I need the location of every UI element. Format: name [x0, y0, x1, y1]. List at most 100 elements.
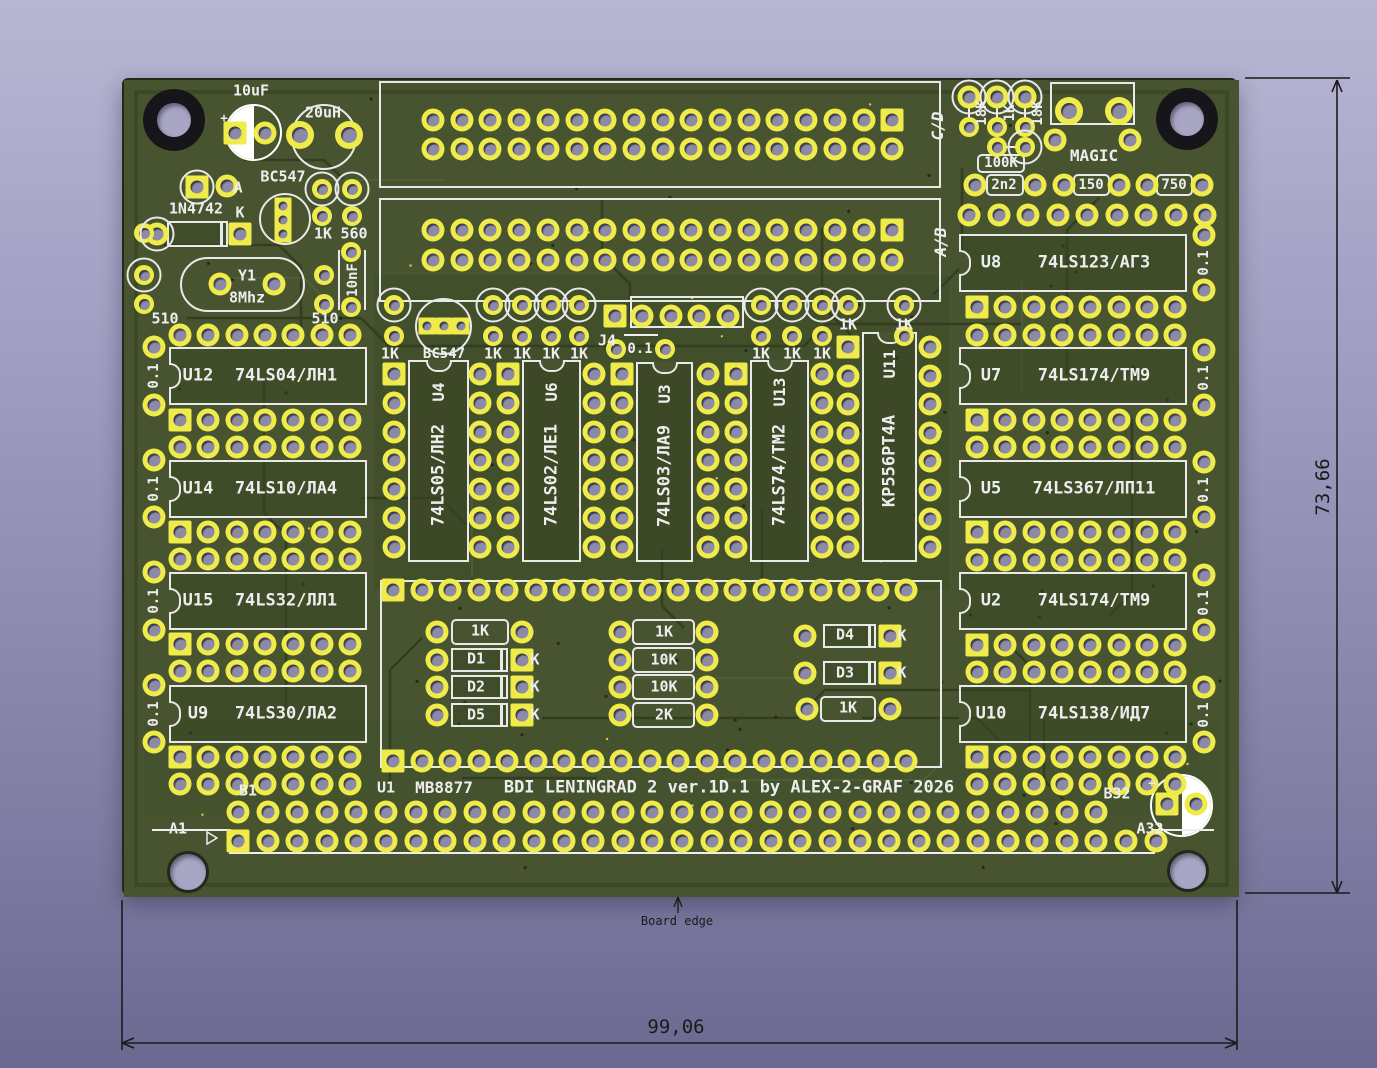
- pad[interactable]: [1107, 549, 1130, 572]
- pad[interactable]: [1050, 661, 1073, 684]
- pad[interactable]: [1193, 279, 1216, 302]
- pad[interactable]: [310, 436, 333, 459]
- pad[interactable]: [878, 830, 901, 853]
- pin1-pad[interactable]: [382, 750, 405, 773]
- pad[interactable]: [439, 579, 462, 602]
- pin1-pad[interactable]: [837, 336, 860, 359]
- pad[interactable]: [1053, 174, 1076, 197]
- pad[interactable]: [696, 621, 719, 644]
- pad[interactable]: [837, 364, 860, 387]
- pad[interactable]: [197, 746, 220, 769]
- pad[interactable]: [565, 219, 588, 242]
- pad[interactable]: [253, 409, 276, 432]
- pad[interactable]: [766, 219, 789, 242]
- pad[interactable]: [469, 391, 492, 414]
- pad[interactable]: [1022, 634, 1045, 657]
- pad[interactable]: [469, 478, 492, 501]
- pad[interactable]: [496, 750, 519, 773]
- pad[interactable]: [463, 801, 486, 824]
- pad[interactable]: [1079, 324, 1102, 347]
- pin1-pad[interactable]: [229, 223, 252, 246]
- pin1-pad[interactable]: [382, 579, 405, 602]
- pad[interactable]: [837, 421, 860, 444]
- pad[interactable]: [565, 138, 588, 161]
- pad[interactable]: [1107, 634, 1130, 657]
- pad[interactable]: [286, 121, 314, 149]
- pin1-pad[interactable]: [497, 363, 520, 386]
- pad[interactable]: [1185, 793, 1208, 816]
- pad[interactable]: [225, 436, 248, 459]
- pad[interactable]: [766, 109, 789, 132]
- pad[interactable]: [508, 138, 531, 161]
- pad[interactable]: [338, 548, 361, 571]
- pad[interactable]: [479, 219, 502, 242]
- pad[interactable]: [524, 750, 547, 773]
- pad[interactable]: [439, 750, 462, 773]
- pad[interactable]: [338, 746, 361, 769]
- pad[interactable]: [1022, 521, 1045, 544]
- pad[interactable]: [583, 363, 606, 386]
- pad[interactable]: [469, 420, 492, 443]
- pad[interactable]: [1164, 549, 1187, 572]
- pad[interactable]: [811, 420, 834, 443]
- pad[interactable]: [1164, 204, 1187, 227]
- pad[interactable]: [410, 750, 433, 773]
- pad[interactable]: [496, 579, 519, 602]
- pad[interactable]: [994, 746, 1017, 769]
- pad[interactable]: [1022, 661, 1045, 684]
- pad[interactable]: [811, 391, 834, 414]
- pad[interactable]: [143, 561, 166, 584]
- pin1-pad[interactable]: [611, 363, 634, 386]
- pad[interactable]: [450, 249, 473, 272]
- pad[interactable]: [1046, 204, 1069, 227]
- pad[interactable]: [197, 324, 220, 347]
- pad[interactable]: [583, 507, 606, 530]
- pad[interactable]: [508, 249, 531, 272]
- pad[interactable]: [1079, 661, 1102, 684]
- pad[interactable]: [1050, 324, 1073, 347]
- pad[interactable]: [660, 305, 683, 328]
- pad[interactable]: [848, 830, 871, 853]
- pad[interactable]: [169, 548, 192, 571]
- pad[interactable]: [1193, 339, 1216, 362]
- pad[interactable]: [1022, 436, 1045, 459]
- pad[interactable]: [1135, 204, 1158, 227]
- pin1-pad[interactable]: [725, 363, 748, 386]
- pad[interactable]: [609, 704, 632, 727]
- pad[interactable]: [1105, 97, 1133, 125]
- pad[interactable]: [700, 830, 723, 853]
- pad[interactable]: [725, 507, 748, 530]
- pad[interactable]: [197, 773, 220, 796]
- pad[interactable]: [964, 174, 987, 197]
- pin1-pad[interactable]: [966, 634, 989, 657]
- pad[interactable]: [622, 219, 645, 242]
- pad[interactable]: [838, 579, 861, 602]
- pad[interactable]: [919, 507, 942, 530]
- pad[interactable]: [1079, 634, 1102, 657]
- pad[interactable]: [966, 324, 989, 347]
- pad[interactable]: [641, 801, 664, 824]
- pad[interactable]: [611, 830, 634, 853]
- pad[interactable]: [737, 219, 760, 242]
- pad[interactable]: [383, 449, 406, 472]
- pad[interactable]: [1079, 773, 1102, 796]
- pad[interactable]: [919, 450, 942, 473]
- pad[interactable]: [1115, 830, 1138, 853]
- pad[interactable]: [253, 746, 276, 769]
- pad[interactable]: [1050, 746, 1073, 769]
- pad[interactable]: [1044, 129, 1067, 152]
- pad[interactable]: [536, 138, 559, 161]
- pad[interactable]: [225, 746, 248, 769]
- pad[interactable]: [1076, 204, 1099, 227]
- pad[interactable]: [809, 579, 832, 602]
- pad[interactable]: [434, 801, 457, 824]
- pad[interactable]: [282, 773, 305, 796]
- pad[interactable]: [611, 478, 634, 501]
- pad[interactable]: [497, 478, 520, 501]
- pad[interactable]: [169, 773, 192, 796]
- pin1-pad[interactable]: [169, 746, 192, 769]
- pad[interactable]: [1022, 296, 1045, 319]
- pad[interactable]: [508, 219, 531, 242]
- pin1-pad[interactable]: [1156, 793, 1179, 816]
- pad[interactable]: [852, 249, 875, 272]
